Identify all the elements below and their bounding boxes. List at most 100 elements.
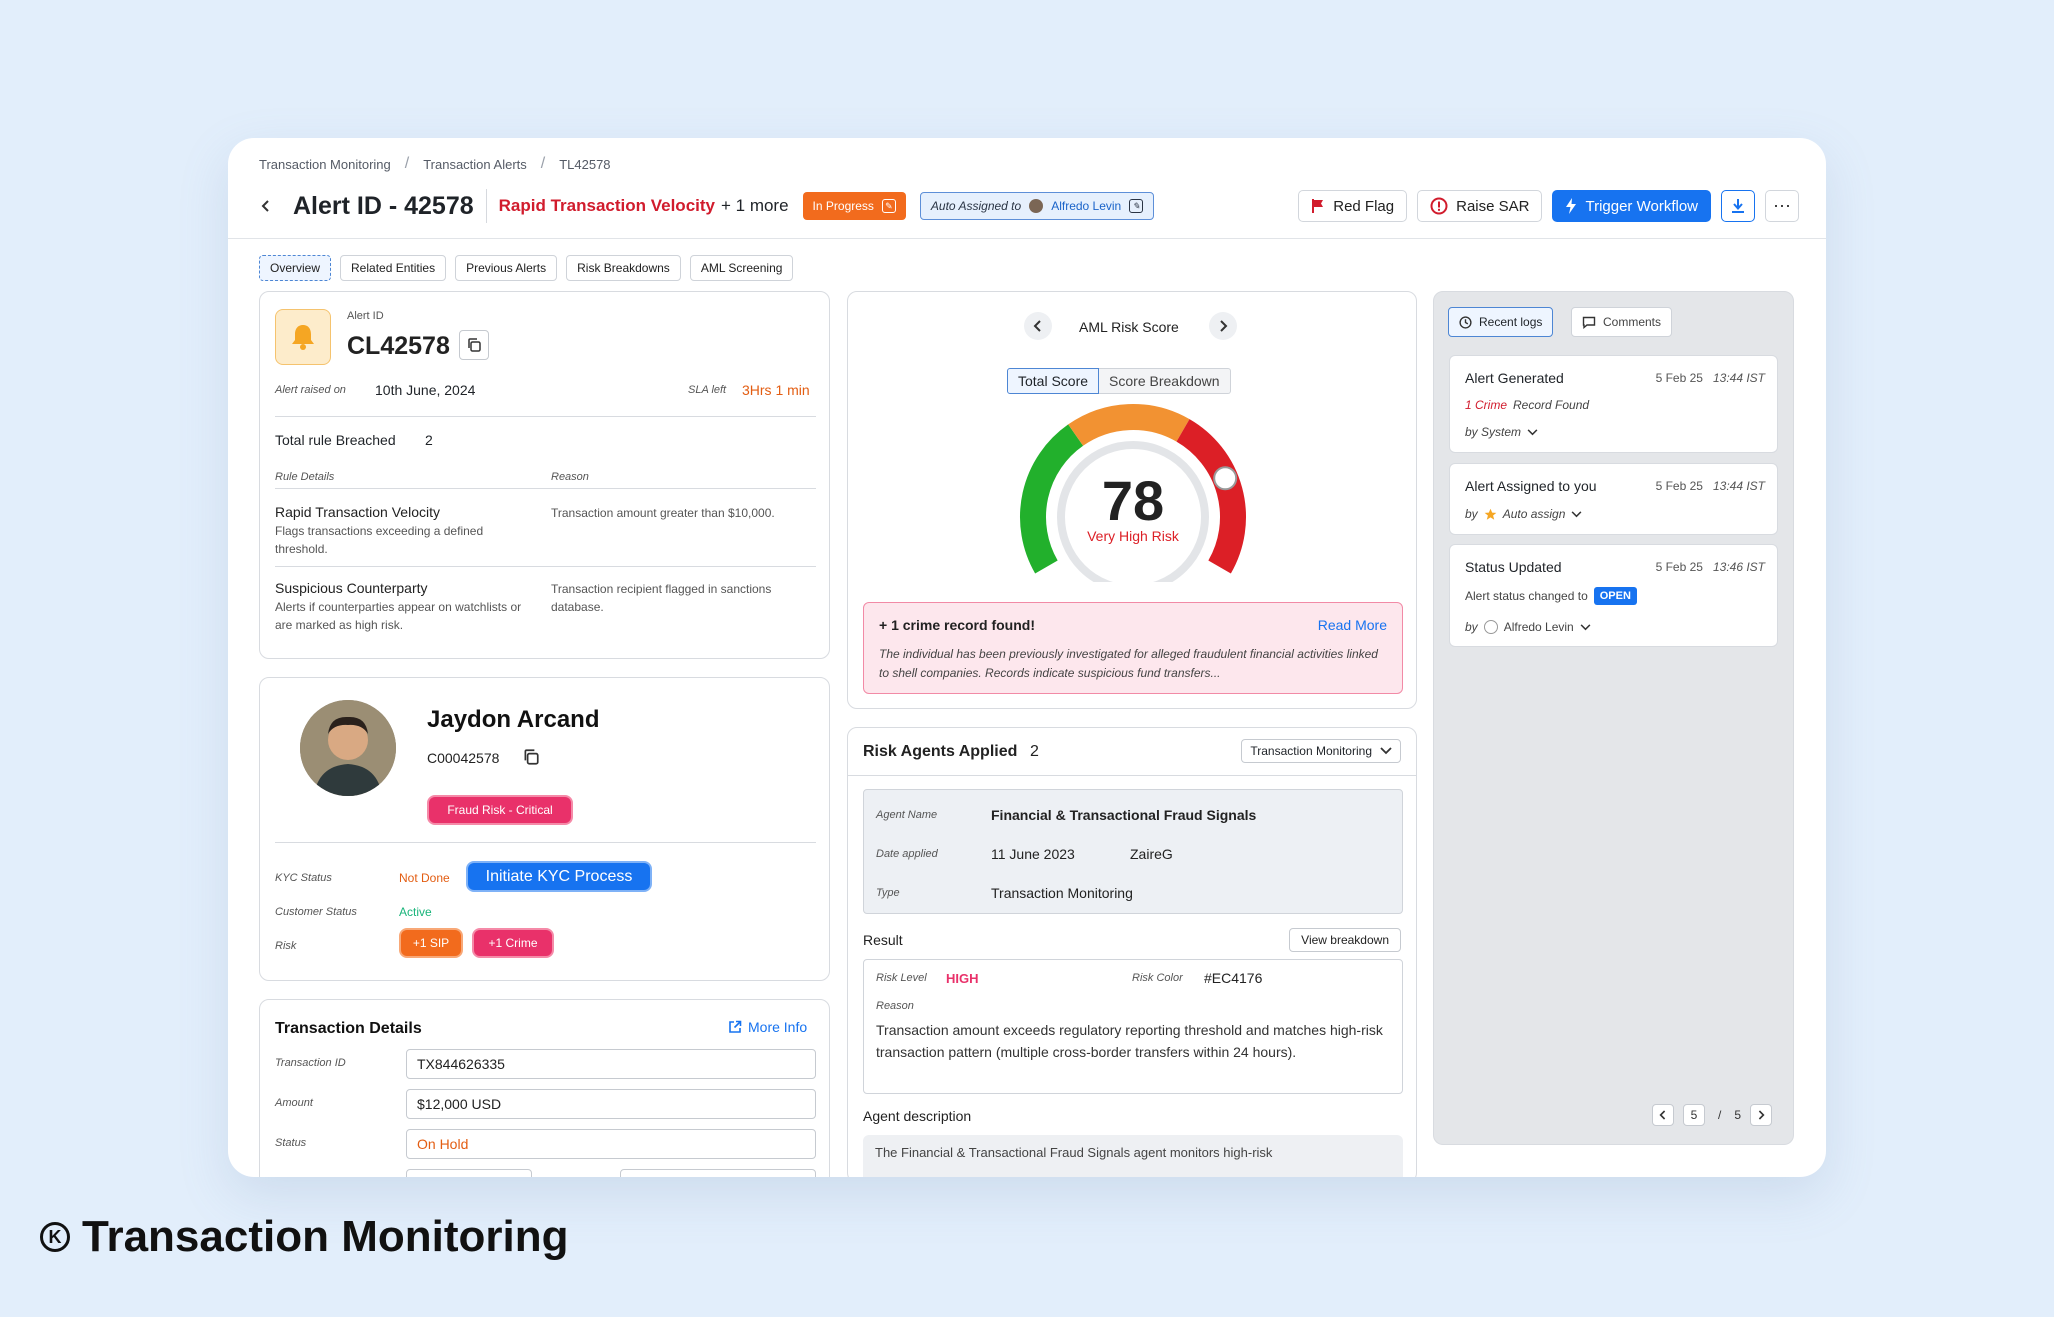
copy-icon xyxy=(468,338,481,352)
agent-filter-dropdown[interactable]: Transaction Monitoring xyxy=(1241,739,1401,763)
customer-status-value: Active xyxy=(399,905,432,919)
crime-description: The individual has been previously inves… xyxy=(879,647,1378,680)
filter-value: Transaction Monitoring xyxy=(1250,744,1372,758)
more-info-link[interactable]: More Info xyxy=(728,1019,807,1035)
transaction-id-field[interactable]: TX844626335 xyxy=(406,1049,816,1079)
tab-recent-logs[interactable]: Recent logs xyxy=(1448,307,1554,337)
back-button[interactable] xyxy=(259,195,279,217)
agents-count: 2 xyxy=(1030,743,1039,760)
copy-button[interactable] xyxy=(459,330,489,360)
log-entry: Status Updated 5 Feb 25 13:46 IST Alert … xyxy=(1449,544,1778,647)
copy-icon xyxy=(524,749,539,765)
log-date: 5 Feb 25 xyxy=(1655,560,1703,574)
status-label: Status xyxy=(275,1137,307,1149)
tab-related-entities[interactable]: Related Entities xyxy=(340,255,447,281)
kyc-status-label: KYC Status xyxy=(275,872,332,884)
rule-description: Alerts if counterparties appear on watch… xyxy=(275,600,522,632)
prev-score-button[interactable] xyxy=(1024,312,1052,340)
raise-sar-button[interactable]: Raise SAR xyxy=(1417,190,1543,222)
page-input[interactable]: 5 xyxy=(1683,1104,1705,1126)
tab-overview[interactable]: Overview xyxy=(259,255,332,281)
read-more-link[interactable]: Read More xyxy=(1318,617,1387,633)
toggle-score-breakdown[interactable]: Score Breakdown xyxy=(1099,368,1231,394)
assignee-badge[interactable]: Auto Assigned to Alfredo Levin ✎ xyxy=(919,192,1155,220)
edit-icon: ✎ xyxy=(881,199,896,213)
crime-title: + 1 crime record found! xyxy=(879,617,1035,633)
alert-circle-icon xyxy=(1430,197,1448,215)
app-window: Transaction Monitoring / Transaction Ale… xyxy=(228,138,1826,1177)
tab-previous-alerts[interactable]: Previous Alerts xyxy=(455,255,558,281)
agent-description-box: The Financial & Transactional Fraud Sign… xyxy=(863,1135,1403,1177)
tab-label: Recent logs xyxy=(1479,315,1543,329)
agent-description-label: Agent description xyxy=(863,1108,972,1124)
bell-icon-box xyxy=(275,309,331,365)
chevron-down-icon xyxy=(1380,747,1392,755)
agent-name-label: Agent Name xyxy=(876,809,938,821)
fraud-risk-badge: Fraud Risk - Critical xyxy=(427,795,573,825)
rule-description: Flags transactions exceeding a defined t… xyxy=(275,524,484,556)
risk-agents-card: Risk Agents Applied 2 Transaction Monito… xyxy=(847,727,1417,1177)
breadcrumb-item[interactable]: Transaction Alerts xyxy=(423,157,527,172)
chevron-left-icon xyxy=(1659,1110,1666,1120)
assigned-label: Auto Assigned to xyxy=(930,199,1022,213)
column-header-rule: Rule Details xyxy=(275,471,335,483)
toggle-total-score[interactable]: Total Score xyxy=(1007,368,1100,394)
risk-level-label: Risk Level xyxy=(876,972,927,984)
rule-more-link[interactable]: + 1 more xyxy=(721,196,789,216)
reason-label: Reason xyxy=(876,1000,914,1012)
download-button[interactable] xyxy=(1721,190,1755,222)
status-badge[interactable]: In Progress ✎ xyxy=(802,192,906,220)
pagination: 5 / 5 xyxy=(1652,1104,1773,1126)
chevron-left-icon xyxy=(1033,320,1041,332)
field[interactable] xyxy=(406,1169,532,1177)
date-applied-value: 11 June 2023 xyxy=(991,846,1075,862)
divider xyxy=(485,189,487,223)
agent-description-value: The Financial & Transactional Fraud Sign… xyxy=(875,1145,1273,1160)
log-time: 13:44 IST xyxy=(1712,479,1765,493)
initiate-kyc-button[interactable]: Initiate KYC Process xyxy=(466,861,652,892)
breadcrumb-item[interactable]: Transaction Monitoring xyxy=(259,157,391,172)
flag-icon xyxy=(1312,199,1324,213)
result-box: Risk Level HIGH Risk Color #EC4176 Reaso… xyxy=(863,959,1403,1094)
alert-summary-card: Alert ID CL42578 Alert raised on 10th Ju… xyxy=(259,291,830,659)
log-author[interactable]: by Alfredo Levin xyxy=(1465,620,1591,634)
type-label: Type xyxy=(876,887,900,899)
alert-id-label: Alert ID xyxy=(347,310,384,322)
log-author[interactable]: by System xyxy=(1465,425,1538,439)
risk-badge-crime[interactable]: +1 Crime xyxy=(472,928,554,958)
more-options-button[interactable]: ⋯ xyxy=(1765,190,1799,222)
next-score-button[interactable] xyxy=(1209,312,1237,340)
chevron-down-icon xyxy=(1527,428,1538,435)
tab-comments[interactable]: Comments xyxy=(1571,307,1673,337)
reason-value: Transaction amount exceeds regulatory re… xyxy=(876,1022,1383,1060)
prev-page-button[interactable] xyxy=(1652,1104,1674,1126)
field[interactable] xyxy=(620,1169,816,1177)
more-info-label: More Info xyxy=(748,1019,808,1035)
chevron-right-icon xyxy=(1220,320,1228,332)
next-page-button[interactable] xyxy=(1750,1104,1773,1126)
log-timestamp: 5 Feb 25 13:46 IST xyxy=(1656,560,1765,574)
status-field[interactable]: On Hold xyxy=(406,1129,816,1159)
crime-record-alert: + 1 crime record found! Read More The in… xyxy=(863,602,1403,694)
log-title: Alert Assigned to you xyxy=(1465,478,1597,494)
tab-risk-breakdowns[interactable]: Risk Breakdowns xyxy=(566,255,681,281)
rule-name[interactable]: Rapid Transaction Velocity xyxy=(499,196,715,216)
log-author[interactable]: by Auto assign xyxy=(1465,507,1582,521)
rule-reason: Transaction amount greater than $10,000. xyxy=(551,506,775,520)
trigger-workflow-button[interactable]: Trigger Workflow xyxy=(1552,190,1711,222)
copy-button[interactable] xyxy=(522,748,540,771)
clock-icon xyxy=(1459,315,1472,329)
red-flag-button[interactable]: Red Flag xyxy=(1298,190,1408,222)
view-breakdown-button[interactable]: View breakdown xyxy=(1289,928,1401,952)
amount-field[interactable]: $12,000 USD xyxy=(406,1089,816,1119)
log-author-name: Alfredo Levin xyxy=(1503,620,1574,634)
status-badge: OPEN xyxy=(1593,587,1637,605)
log-entry: Alert Assigned to you 5 Feb 25 13:44 IST… xyxy=(1449,463,1778,535)
rules-breached-label: Total rule Breached xyxy=(275,432,396,448)
risk-level-value: HIGH xyxy=(946,971,979,986)
risk-badge-sip[interactable]: +1 SIP xyxy=(399,928,463,958)
tab-aml-screening[interactable]: AML Screening xyxy=(689,255,794,281)
type-value: Transaction Monitoring xyxy=(991,885,1133,901)
log-detail: 1 Crime Record Found xyxy=(1465,398,1589,412)
customer-status-label: Customer Status xyxy=(275,906,357,918)
